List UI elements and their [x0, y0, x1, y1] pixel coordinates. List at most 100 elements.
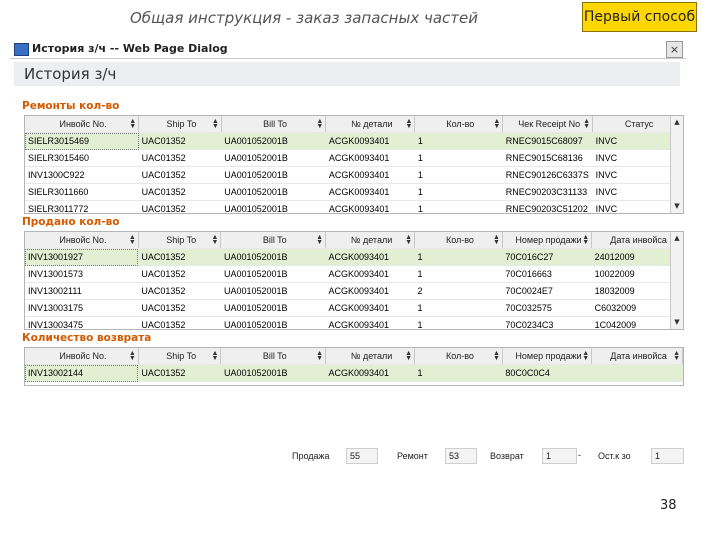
column-header-label: Кол-во [446, 119, 475, 129]
vertical-scrollbar[interactable]: ▲ ▼ [670, 232, 683, 329]
table-cell: INV13003475 [25, 316, 139, 329]
sort-arrows-icon[interactable]: ▲▼ [212, 350, 219, 362]
column-header[interactable]: Инвойс No. ▲ ▼ [25, 116, 140, 133]
sort-arrows-icon[interactable]: ▲▼ [129, 234, 136, 246]
sort-arrows-icon[interactable]: ▲▼ [493, 118, 500, 130]
column-header-label: № детали [350, 351, 393, 361]
column-header[interactable]: Дата инвойса▲▼ [591, 232, 683, 249]
scroll-up-icon[interactable]: ▲ [671, 117, 683, 128]
sort-arrows-icon[interactable]: ▲▼ [405, 118, 412, 130]
table-cell: ACGK0093401 [325, 248, 415, 266]
balance-label: Ост.к зо [598, 451, 631, 461]
column-header[interactable]: Кол-во ▲ ▼ [414, 232, 503, 249]
sort-arrows-icon[interactable]: ▲▼ [582, 350, 589, 362]
column-header[interactable]: Ship To ▲ ▼ [138, 232, 222, 249]
table-cell: INV13002144 [25, 364, 139, 382]
table-cell: 1 [414, 200, 503, 213]
column-header[interactable]: № детали ▲ ▼ [325, 116, 416, 133]
table-cell: ACGK0093401 [325, 316, 415, 329]
grid-table: Инвойс No. ▲ ▼ Ship To ▲ ▼ Bill To ▲ ▼ № детали ▲ ▼… [25, 116, 683, 213]
close-button[interactable]: × [666, 41, 683, 58]
vertical-scrollbar[interactable]: ▲ ▼ [670, 116, 683, 213]
table-row[interactable]: SIELR3011772 UAC01352 UA001052001B ACGK0093… [25, 200, 683, 213]
column-header-label: Дата инвойса [610, 351, 667, 361]
sort-arrows-icon[interactable]: ▲▼ [582, 234, 589, 246]
sales-field[interactable]: 55 [346, 448, 378, 464]
table-cell [591, 364, 683, 382]
column-header-label: Кол-во [445, 351, 474, 361]
table-cell: 1 [414, 132, 503, 150]
parts-history-dialog: История з/ч -- Web Page Dialog × История… [10, 40, 686, 470]
column-header[interactable]: Инвойс No. ▲ ▼ [25, 348, 139, 365]
sort-arrows-icon[interactable]: ▲▼ [583, 118, 590, 130]
scroll-down-icon[interactable]: ▼ [671, 201, 683, 212]
sort-arrows-icon[interactable]: ▲▼ [129, 118, 136, 130]
return-field[interactable]: 1 [542, 448, 577, 464]
scroll-up-icon[interactable]: ▲ [671, 233, 683, 244]
sort-arrows-icon[interactable]: ▲▼ [212, 234, 219, 246]
column-header[interactable]: № детали ▲ ▼ [325, 348, 416, 365]
table-row[interactable]: SIELR3011660 UAC01352 UA001052001B ACGK0093… [25, 183, 683, 201]
repair-field[interactable]: 53 [445, 448, 477, 464]
column-header[interactable]: № детали ▲ ▼ [325, 232, 416, 249]
column-header[interactable]: Bill To ▲ ▼ [220, 232, 327, 249]
column-header-label: Чек Receipt No [518, 119, 581, 129]
table-row[interactable]: INV13001573 UAC01352 UA001052001B ACGK00934… [25, 265, 683, 283]
sort-arrows-icon[interactable]: ▲▼ [129, 350, 136, 362]
table-cell: 80C0C0C4 [502, 364, 592, 382]
table-cell: 70C016663 [502, 265, 592, 283]
column-header[interactable]: Bill To ▲ ▼ [221, 116, 327, 133]
balance-field[interactable]: 1 [651, 448, 684, 464]
table-cell: ACGK0093401 [325, 282, 415, 300]
column-header-label: Bill To [262, 351, 287, 361]
column-header[interactable]: Дата инвойса ▲▼ [591, 348, 683, 365]
sort-arrows-icon[interactable]: ▲▼ [212, 118, 219, 130]
dialog-titlebar: История з/ч -- Web Page Dialog × [10, 40, 686, 59]
sort-arrows-icon[interactable]: ▲▼ [316, 118, 323, 130]
table-row[interactable]: INV13002111 UAC01352 UA001052001B ACGK00934… [25, 282, 683, 300]
table-cell: 70C0024E7 [502, 282, 592, 300]
column-header[interactable]: Инвойс No. ▲ ▼ [25, 232, 139, 249]
sort-arrows-icon[interactable]: ▲▼ [673, 350, 680, 362]
column-header-label: Ship To [166, 119, 197, 129]
table-row[interactable]: SIELR3015460 UAC01352 UA001052001B ACGK0093… [25, 149, 683, 167]
table-row[interactable]: SIELR3015469 UAC01352 UA001052001B ACGK0093… [25, 132, 683, 150]
table-row[interactable]: INV13002144 UAC01352 UA001052001B ACGK00934… [25, 364, 683, 382]
table-cell: C6032009 [591, 299, 683, 317]
grid-header-row: Инвойс No. ▲ ▼ Ship To ▲ ▼ Bill To ▲ ▼ № детали ▲ ▼… [25, 232, 683, 249]
sort-arrows-icon[interactable]: ▲▼ [493, 350, 500, 362]
sold-grid: Инвойс No. ▲ ▼ Ship To ▲ ▼ Bill To ▲ ▼ № детали ▲ ▼… [24, 231, 684, 330]
column-header[interactable]: Чек Receipt No ▲ ▼ [502, 116, 594, 133]
column-header[interactable]: Кол-во ▲ ▼ [414, 116, 504, 133]
table-cell: 24012009 [591, 248, 683, 266]
scroll-down-icon[interactable]: ▼ [671, 317, 683, 328]
sort-arrows-icon[interactable]: ▲▼ [316, 350, 323, 362]
sort-arrows-icon[interactable]: ▲▼ [405, 234, 412, 246]
column-header-label: Bill To [263, 119, 287, 129]
section-label-sold: Продано кол-во [22, 216, 120, 228]
column-header[interactable]: Кол-во ▲ ▼ [414, 348, 503, 365]
column-header[interactable]: Ship To ▲ ▼ [138, 116, 222, 133]
column-header-label: Дата инвойса [610, 235, 667, 245]
table-row[interactable]: INV13001927 UAC01352 UA001052001B ACGK00934… [25, 248, 683, 266]
column-header[interactable]: Ship To ▲ ▼ [138, 348, 222, 365]
column-header[interactable]: Номер продажи ▲ ▼ [502, 232, 593, 249]
page-heading-text: История з/ч [24, 65, 117, 83]
table-row[interactable]: INV13003475 UAC01352 UA001052001B ACGK00934… [25, 316, 683, 329]
table-cell: UAC01352 [138, 200, 222, 213]
totals-footer: Продажа 55 Ремонт 53 Возврат 1 - Ост.к з… [290, 448, 688, 466]
table-cell: 2 [414, 282, 503, 300]
table-row[interactable]: INV1300C922 UAC01352 UA001052001B ACGK00934… [25, 166, 683, 184]
sort-arrows-icon[interactable]: ▲▼ [316, 234, 323, 246]
table-cell: 1 [414, 316, 503, 329]
column-header[interactable]: Номер продажи ▲ ▼ [502, 348, 593, 365]
dialog-title: История з/ч -- Web Page Dialog [32, 42, 228, 55]
grid-header-row: Инвойс No. ▲ ▼ Ship To ▲ ▼ Bill To ▲ ▼ № детали ▲ ▼… [25, 116, 683, 133]
sort-arrows-icon[interactable]: ▲▼ [405, 350, 412, 362]
column-header[interactable]: Bill To ▲ ▼ [220, 348, 327, 365]
column-header-label: Инвойс No. [59, 351, 107, 361]
sort-arrows-icon[interactable]: ▲▼ [493, 234, 500, 246]
table-row[interactable]: INV13003175 UAC01352 UA001052001B ACGK00934… [25, 299, 683, 317]
table-cell: 70C0234C3 [502, 316, 592, 329]
repairs-grid: Инвойс No. ▲ ▼ Ship To ▲ ▼ Bill To ▲ ▼ № детали ▲ ▼… [24, 115, 684, 214]
